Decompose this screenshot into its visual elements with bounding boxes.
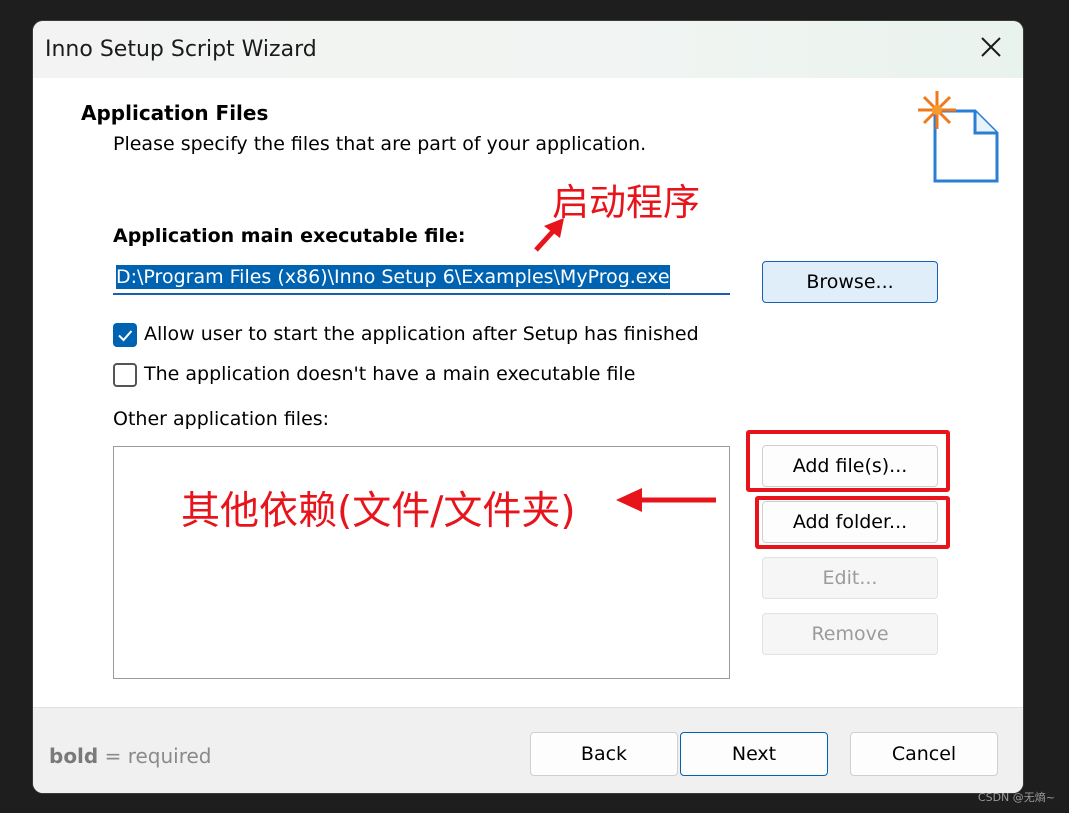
page-heading: Application Files bbox=[81, 101, 269, 125]
page-subheading: Please specify the files that are part o… bbox=[113, 133, 647, 155]
annotation-box-add-files bbox=[746, 430, 950, 492]
cancel-button[interactable]: Cancel bbox=[850, 732, 998, 776]
close-icon bbox=[981, 37, 1001, 57]
main-exe-input[interactable]: D:\Program Files (x86)\Inno Setup 6\Exam… bbox=[113, 261, 730, 295]
new-file-sparkle-icon bbox=[918, 91, 999, 183]
annotation-arrow-left bbox=[616, 488, 716, 512]
title-bar: Inno Setup Script Wizard bbox=[33, 21, 1023, 78]
back-button[interactable]: Back bbox=[530, 732, 678, 776]
cancel-label: Cancel bbox=[891, 743, 957, 765]
next-button[interactable]: Next bbox=[680, 732, 828, 776]
close-button[interactable] bbox=[977, 33, 1005, 61]
annotation-box-add-folder bbox=[755, 496, 950, 549]
checkmark-icon bbox=[118, 330, 133, 342]
main-exe-value: D:\Program Files (x86)\Inno Setup 6\Exam… bbox=[116, 265, 670, 289]
no-main-exe-checkbox[interactable] bbox=[113, 363, 137, 387]
browse-button-label: Browse... bbox=[806, 271, 894, 293]
required-hint: bold = required bbox=[49, 744, 212, 768]
allow-start-label[interactable]: Allow user to start the application afte… bbox=[144, 323, 699, 345]
main-exe-label: Application main executable file: bbox=[113, 225, 466, 247]
back-label: Back bbox=[580, 743, 628, 765]
footer-bar: bold = required Back Next Cancel bbox=[33, 707, 1023, 793]
hint-bold: bold bbox=[49, 744, 99, 768]
no-main-exe-label[interactable]: The application doesn't have a main exec… bbox=[144, 363, 635, 385]
annotation-startup-program: 启动程序 bbox=[552, 181, 700, 224]
remove-label: Remove bbox=[811, 623, 889, 645]
annotation-arrow-up bbox=[534, 218, 564, 252]
allow-start-checkbox[interactable] bbox=[113, 323, 137, 347]
other-files-label: Other application files: bbox=[113, 408, 330, 430]
next-label: Next bbox=[731, 743, 777, 765]
edit-button[interactable]: Edit... bbox=[762, 557, 938, 599]
browse-button[interactable]: Browse... bbox=[762, 261, 938, 303]
wizard-window: Inno Setup Script Wizard Application Fil… bbox=[33, 21, 1023, 793]
window-title: Inno Setup Script Wizard bbox=[45, 37, 317, 62]
watermark: CSDN @无熵~ bbox=[977, 791, 1055, 804]
remove-button[interactable]: Remove bbox=[762, 613, 938, 655]
annotation-other-dependencies: 其他依赖(文件/文件夹) bbox=[181, 489, 576, 534]
edit-label: Edit... bbox=[822, 567, 878, 589]
hint-rest: = required bbox=[98, 744, 212, 768]
